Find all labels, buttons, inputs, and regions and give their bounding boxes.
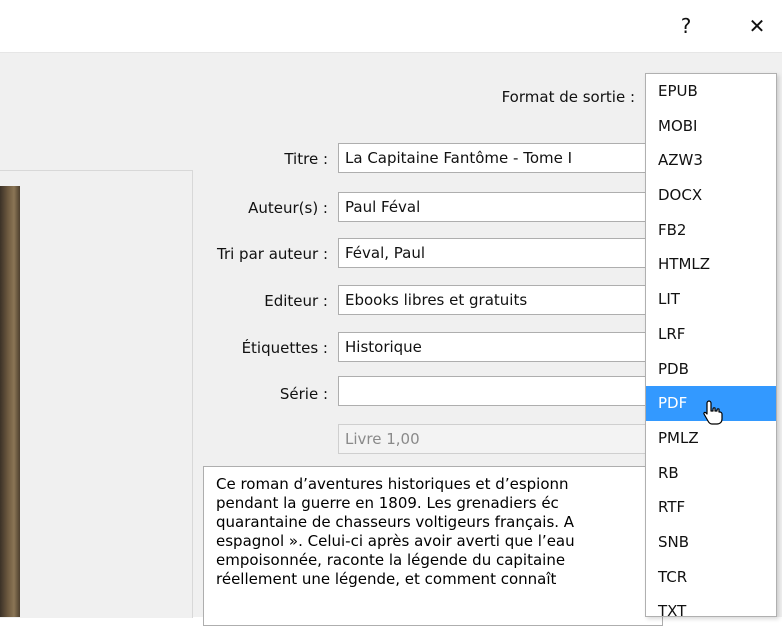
series-number-field: Livre 1,00 [338, 424, 668, 454]
format-option[interactable]: RTF [646, 490, 776, 525]
format-option[interactable]: RB [646, 456, 776, 491]
close-button[interactable]: ✕ [737, 6, 777, 46]
tags-field[interactable]: Historique [338, 332, 668, 362]
help-icon: ? [680, 14, 692, 38]
description-line: quarantaine de chasseurs voltigeurs fran… [216, 513, 575, 531]
format-option[interactable]: HTMLZ [646, 247, 776, 282]
close-icon: ✕ [748, 14, 766, 38]
format-label: Format de sortie : [501, 88, 635, 106]
description-line: réellement une légende, et comment conna… [216, 570, 557, 588]
format-option[interactable]: LIT [646, 282, 776, 317]
series-field[interactable] [338, 376, 668, 406]
author-label: Auteur(s) : [248, 199, 328, 217]
description-line: pendant la guerre en 1809. Les grenadier… [216, 494, 559, 512]
publisher-field[interactable]: Ebooks libres et gratuits [338, 285, 668, 315]
title-field[interactable]: La Capitaine Fantôme - Tome I [338, 143, 668, 173]
description-line: espagnol ». Celui-ci après avoir averti … [216, 532, 575, 550]
format-dropdown-list[interactable]: EPUB MOBI AZW3 DOCX FB2 HTMLZ LIT LRF PD… [645, 73, 777, 617]
format-option[interactable]: SNB [646, 525, 776, 560]
help-button[interactable]: ? [666, 6, 706, 46]
hand-cursor-icon [703, 400, 723, 425]
cover-panel [0, 170, 193, 618]
description-box[interactable]: Ce roman d’aventures historiques et d’es… [203, 466, 663, 626]
dialog-titlebar: ? ✕ [0, 0, 782, 53]
author-field[interactable]: Paul Féval [338, 192, 668, 222]
format-option[interactable]: FB2 [646, 213, 776, 248]
format-option[interactable]: PMLZ [646, 421, 776, 456]
format-option[interactable]: LRF [646, 317, 776, 352]
format-option[interactable]: AZW3 [646, 143, 776, 178]
format-option[interactable]: PDB [646, 352, 776, 387]
format-option[interactable]: DOCX [646, 178, 776, 213]
series-label: Série : [279, 385, 328, 403]
author-sort-label: Tri par auteur : [216, 245, 328, 263]
format-option[interactable]: EPUB [646, 74, 776, 109]
publisher-label: Editeur : [264, 292, 328, 310]
description-line: empoisonnée, raconte la légende du capit… [216, 551, 566, 569]
format-option[interactable]: MOBI [646, 109, 776, 144]
format-option[interactable]: TCR [646, 560, 776, 595]
cover-image [0, 186, 20, 617]
title-label: Titre : [284, 150, 328, 168]
description-line: Ce roman d’aventures historiques et d’es… [216, 475, 569, 493]
tags-label: Étiquettes : [241, 339, 328, 357]
format-option[interactable]: TXT [646, 594, 776, 616]
author-sort-field[interactable]: Féval, Paul [338, 238, 668, 268]
